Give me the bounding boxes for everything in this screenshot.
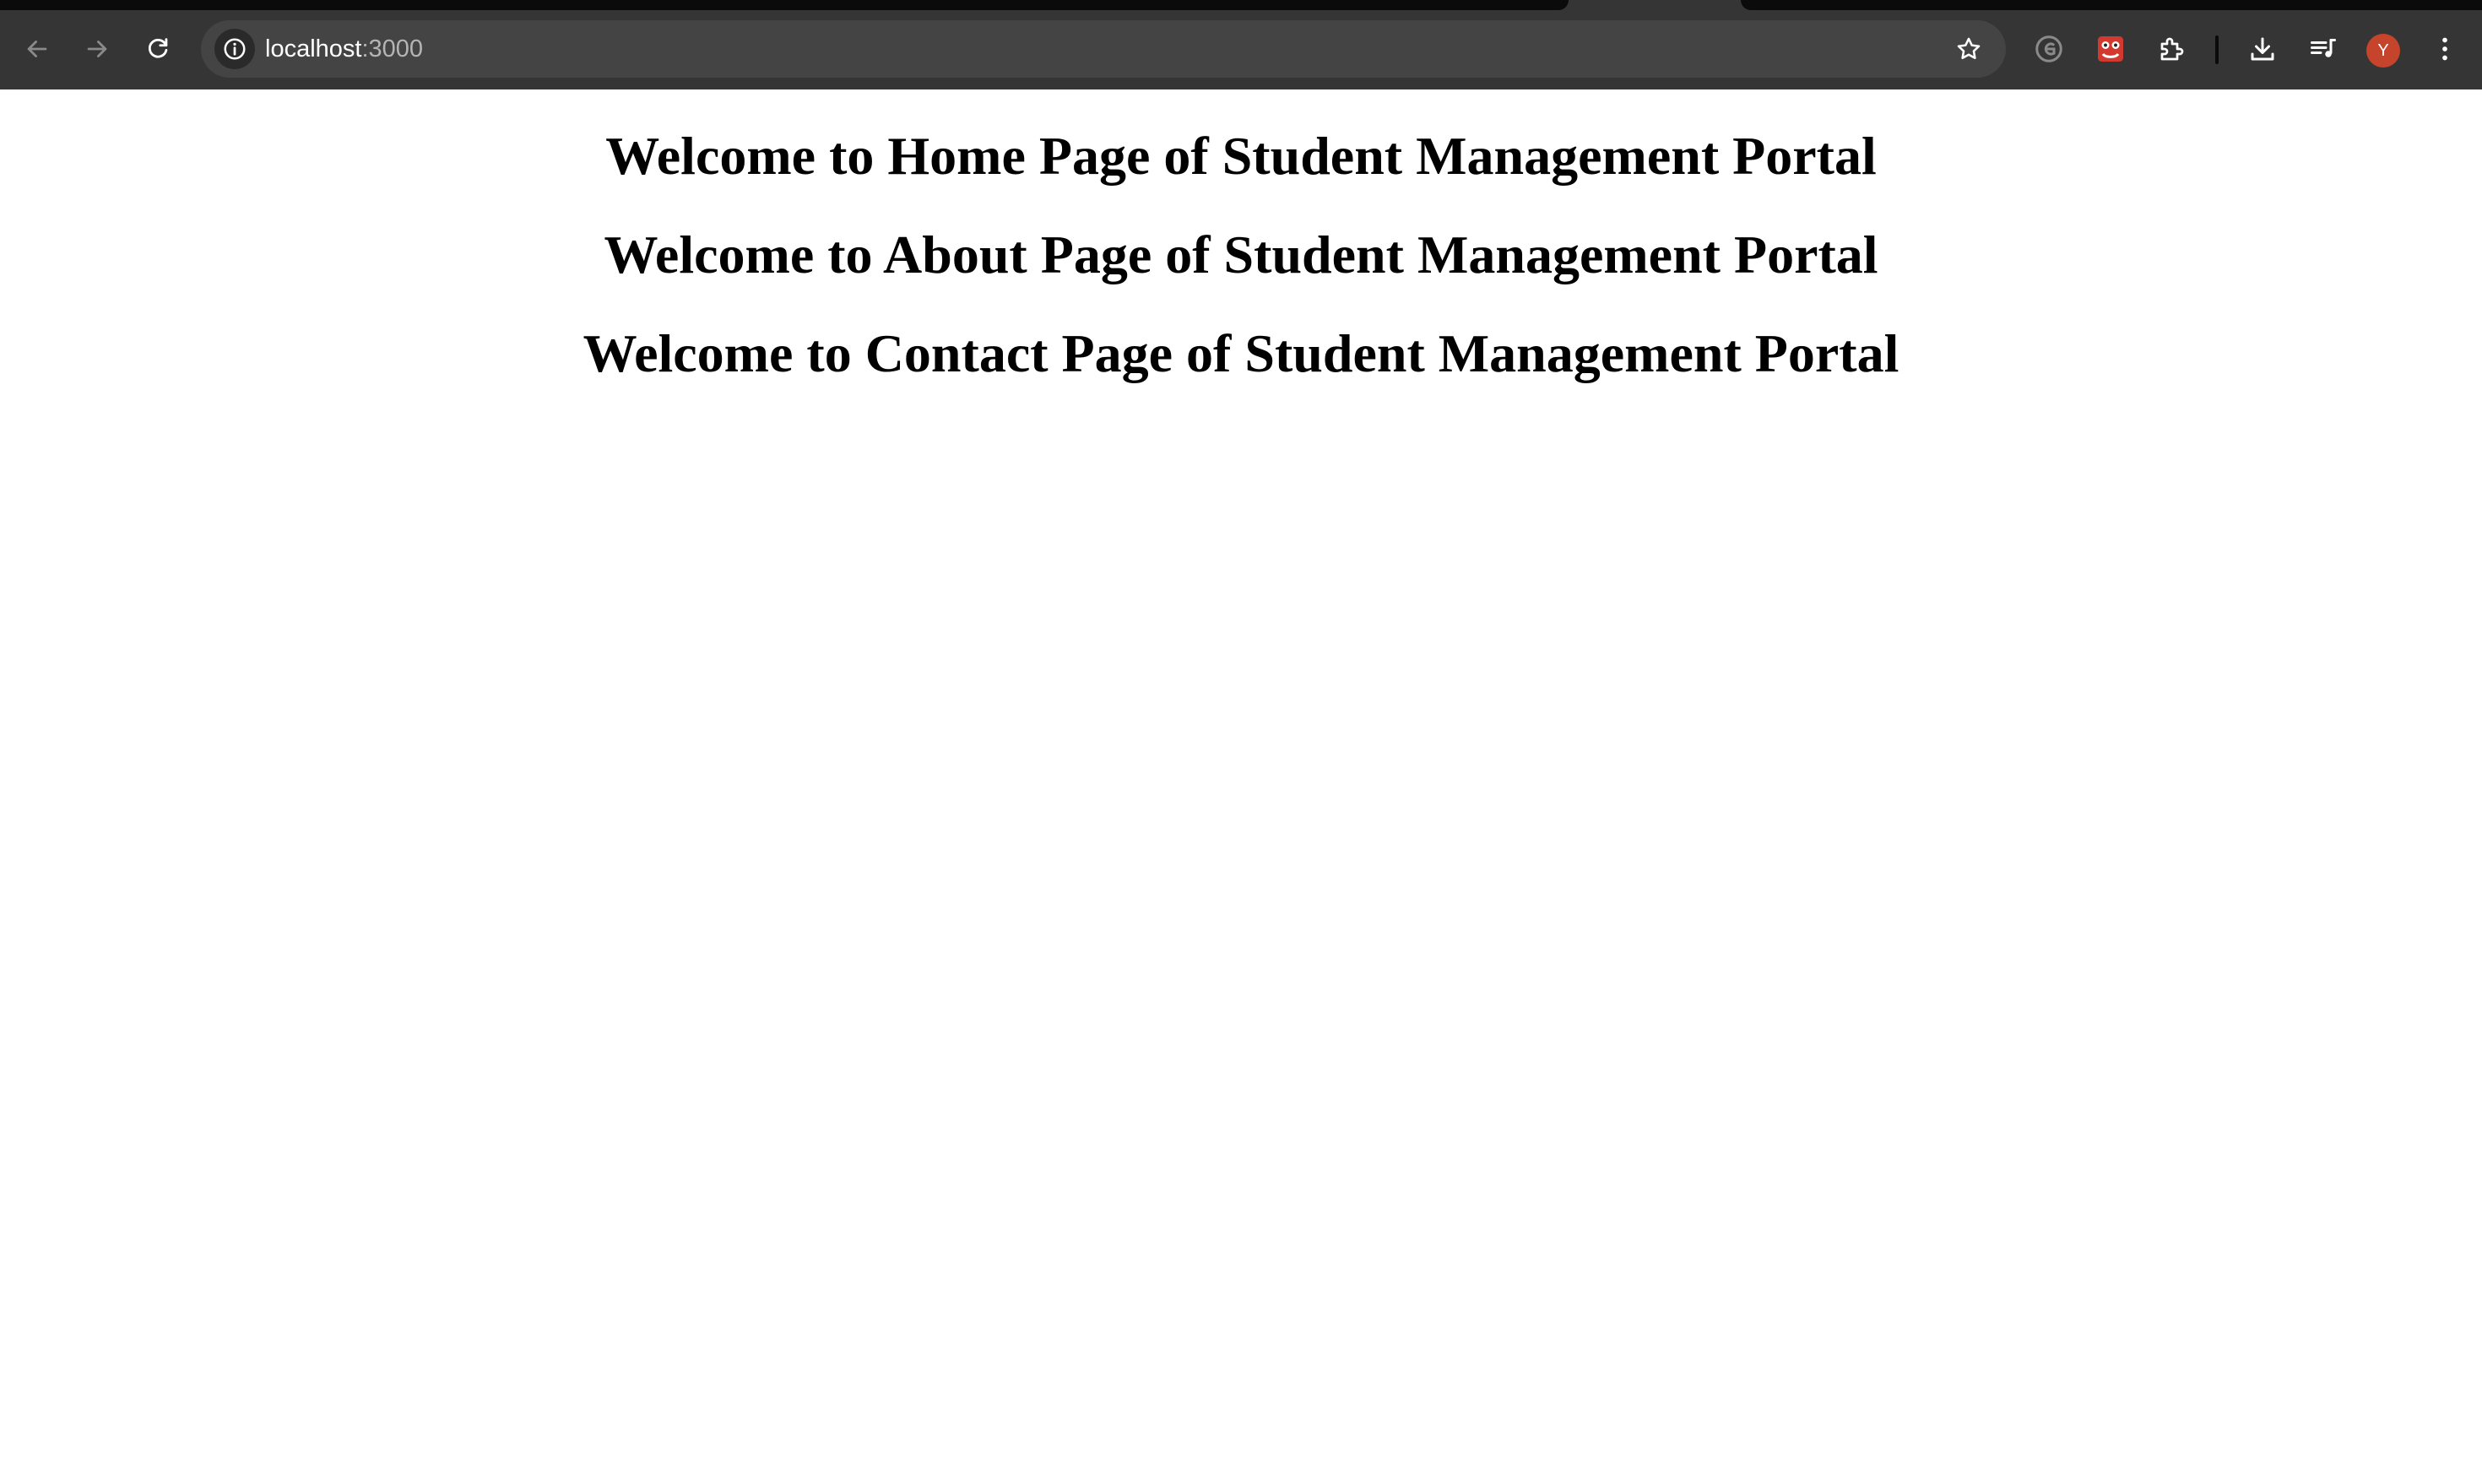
extensions-button[interactable] <box>2152 29 2192 69</box>
info-icon <box>224 38 246 60</box>
profile-avatar[interactable]: Y <box>2366 34 2400 68</box>
grammar-extension-icon <box>2035 35 2062 62</box>
puzzle-icon <box>2160 37 2184 61</box>
reload-button[interactable] <box>138 29 178 69</box>
site-info-button[interactable] <box>214 29 255 69</box>
downloads-button[interactable] <box>2242 29 2283 69</box>
tab-strip-right <box>1741 0 2482 10</box>
url-host: localhost <box>265 35 362 62</box>
home-heading: Welcome to Home Page of Student Manageme… <box>605 126 1877 186</box>
bookmark-button[interactable] <box>1950 30 1987 68</box>
media-controls-icon <box>2311 39 2336 57</box>
download-icon <box>2251 37 2274 61</box>
back-button[interactable] <box>17 29 57 69</box>
kebab-menu-icon <box>2442 37 2447 61</box>
url-text[interactable]: localhost:3000 <box>265 20 423 78</box>
browser-toolbar: localhost:3000 Y <box>0 10 2482 89</box>
browser-menu-button[interactable] <box>2425 29 2465 69</box>
forward-button[interactable] <box>77 29 117 69</box>
browser-chrome: localhost:3000 Y <box>0 0 2482 89</box>
address-bar[interactable]: localhost:3000 <box>201 20 2006 78</box>
media-controls-button[interactable] <box>2303 29 2344 69</box>
forward-arrow-icon <box>87 41 107 57</box>
tab-strip <box>0 0 2482 10</box>
reload-icon <box>148 38 168 58</box>
red-extension-icon <box>2098 36 2123 62</box>
url-port: :3000 <box>361 35 424 62</box>
toolbar-separator <box>2215 35 2219 64</box>
star-icon <box>1957 37 1981 60</box>
about-heading: Welcome to About Page of Student Managem… <box>604 225 1878 284</box>
contact-heading: Welcome to Contact Page of Student Manag… <box>583 323 1899 383</box>
back-arrow-icon <box>27 41 47 57</box>
red-extension-button[interactable] <box>2090 29 2131 69</box>
tab-strip-left <box>0 0 1569 10</box>
page-content: Welcome to Home Page of Student Manageme… <box>0 89 2482 1484</box>
grammar-extension-button[interactable] <box>2029 29 2069 69</box>
